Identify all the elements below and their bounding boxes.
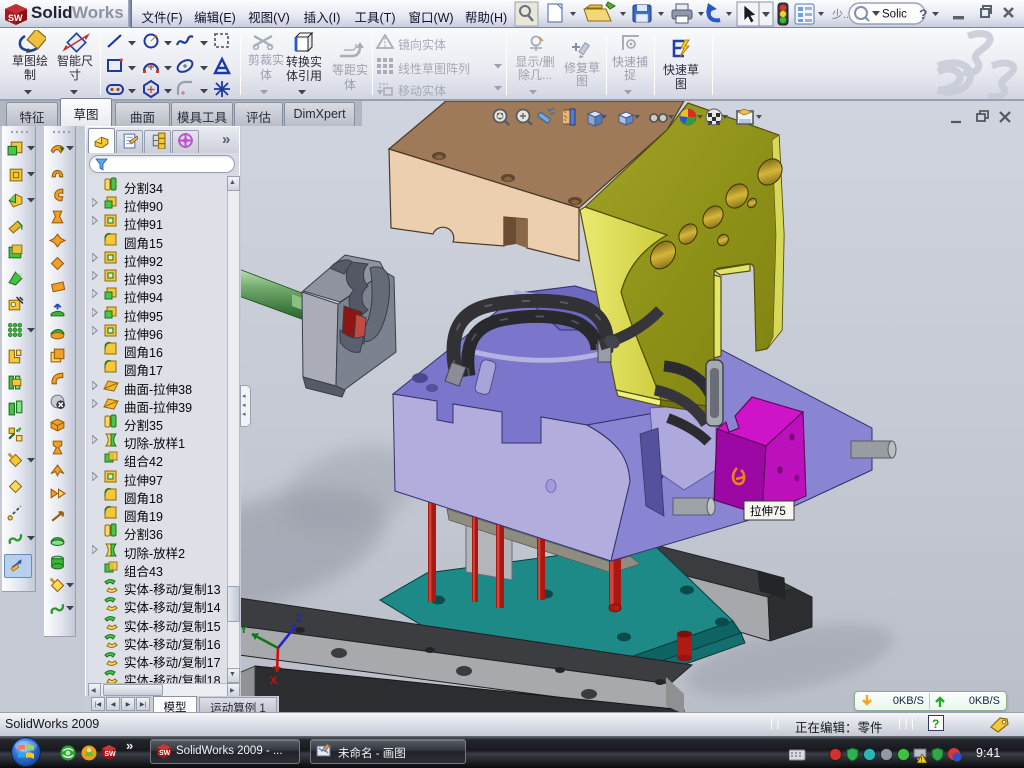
svg-text:SW: SW (159, 750, 171, 757)
svg-text:X: X (270, 675, 278, 687)
svg-text:Y: Y (240, 624, 248, 636)
svg-text:!: ! (920, 757, 922, 763)
svg-text:?: ? (919, 6, 928, 22)
svg-text:SW: SW (8, 13, 23, 23)
svg-text:Z: Z (296, 613, 303, 625)
svg-text:拉伸75: 拉伸75 (750, 504, 786, 518)
svg-text:少..: 少.. (832, 8, 849, 21)
svg-text:SW: SW (104, 751, 116, 758)
svg-text:Solic: Solic (882, 9, 907, 21)
